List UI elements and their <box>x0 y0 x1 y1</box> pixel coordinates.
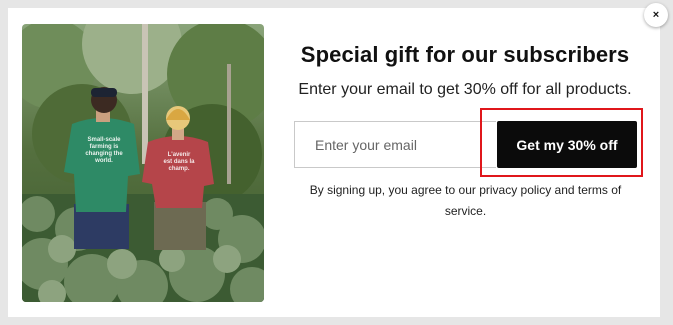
subscribe-form: Get my 30% off <box>294 121 637 170</box>
shirt-text-left-2: farming is <box>90 144 119 150</box>
terms-disclaimer: By signing up, you agree to our privacy … <box>309 183 622 218</box>
modal-subtext: Enter your email to get 30% off for all … <box>298 81 632 98</box>
shirt-text-right-3: champ. <box>168 166 189 172</box>
email-input[interactable] <box>294 121 496 168</box>
close-button[interactable]: × <box>644 3 668 27</box>
shirt-text-left-4: world. <box>94 158 113 164</box>
shirt-text-right-1: L'avenir <box>168 152 191 158</box>
promo-photo: Small-scale farming is changing the worl… <box>22 24 264 302</box>
shirt-text-right-2: est dans la <box>163 159 195 165</box>
shirt-text-left-1: Small-scale <box>87 137 121 143</box>
modal-content: Special gift for our subscribers Enter y… <box>278 40 652 99</box>
shirt-text-left-3: changing the <box>85 151 123 157</box>
close-icon: × <box>652 9 660 21</box>
get-discount-button[interactable]: Get my 30% off <box>497 121 637 168</box>
modal-headline: Special gift for our subscribers <box>300 42 630 67</box>
